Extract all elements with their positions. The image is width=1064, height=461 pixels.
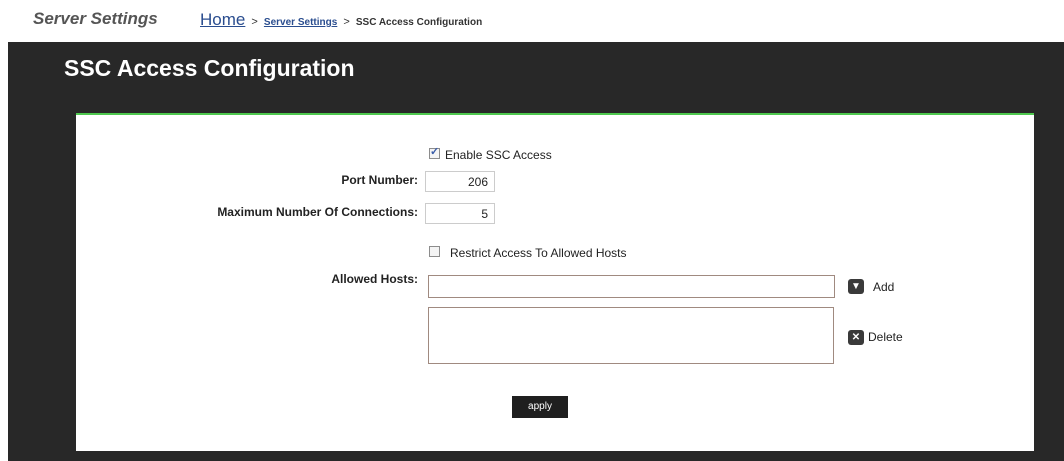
restrict-access-checkbox[interactable] <box>429 246 440 257</box>
port-number-input[interactable]: 206 <box>425 171 495 192</box>
top-bar: Server Settings Home > Server Settings >… <box>0 0 1064 42</box>
port-number-label: Port Number: <box>341 173 418 187</box>
breadcrumb-separator: > <box>251 16 258 28</box>
delete-x-icon[interactable]: ✕ <box>848 330 864 345</box>
enable-ssc-label: Enable SSC Access <box>445 148 552 162</box>
page-title: SSC Access Configuration <box>64 55 355 81</box>
breadcrumb-server-settings-link[interactable]: Server Settings <box>264 17 337 28</box>
allowed-hosts-list[interactable] <box>428 307 834 364</box>
max-connections-input[interactable]: 5 <box>425 203 495 224</box>
breadcrumb-separator: > <box>343 16 350 28</box>
delete-button[interactable]: Delete <box>868 330 903 344</box>
allowed-hosts-label: Allowed Hosts: <box>331 272 418 286</box>
allowed-hosts-input[interactable] <box>428 275 835 298</box>
add-down-arrow-icon[interactable]: ▼ <box>848 279 864 294</box>
section-title: Server Settings <box>33 9 158 28</box>
add-button[interactable]: Add <box>873 280 894 294</box>
breadcrumb: Home > Server Settings > SSC Access Conf… <box>200 10 482 30</box>
breadcrumb-current: SSC Access Configuration <box>355 17 483 28</box>
restrict-access-label: Restrict Access To Allowed Hosts <box>450 246 627 260</box>
breadcrumb-home-link[interactable]: Home <box>200 10 245 29</box>
apply-button[interactable]: apply <box>512 396 568 418</box>
enable-ssc-checkbox[interactable] <box>429 145 440 159</box>
max-connections-label: Maximum Number Of Connections: <box>217 205 418 219</box>
